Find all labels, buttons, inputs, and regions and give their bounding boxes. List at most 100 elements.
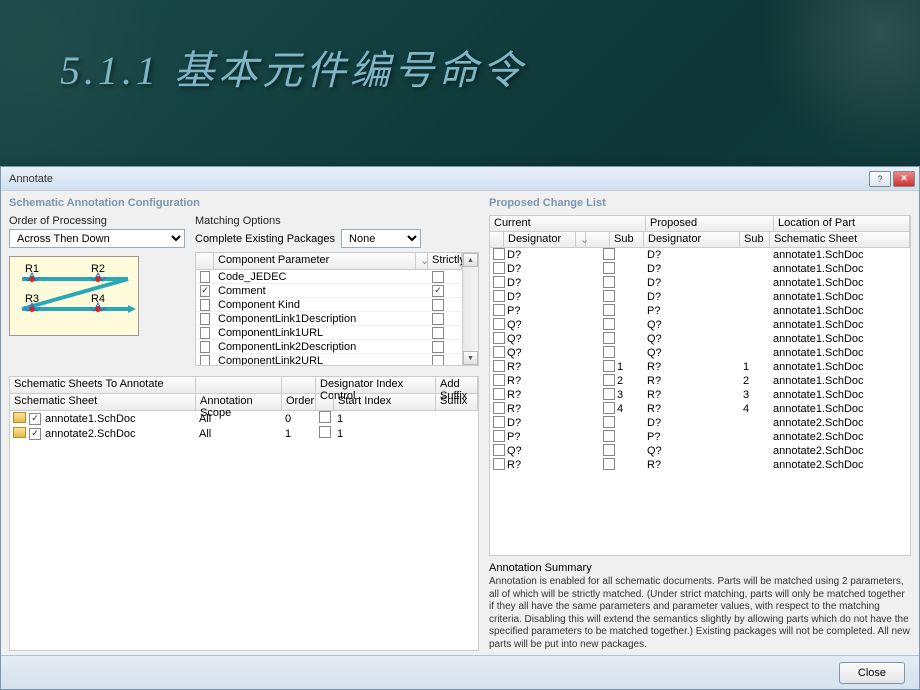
col-dic[interactable]: Designator Index Control [316, 377, 436, 393]
order-select[interactable]: Across Then Down [9, 229, 185, 248]
param-row[interactable]: Component Kind [196, 298, 462, 312]
row-lock[interactable] [603, 290, 615, 302]
row-location: annotate1.SchDoc [770, 249, 910, 261]
proposed-row[interactable]: D? D? annotate1.SchDoc [490, 290, 910, 304]
row-lock[interactable] [603, 318, 615, 330]
row-lock[interactable] [603, 458, 615, 470]
sheet-row[interactable]: annotate2.SchDoc All 1 1 [10, 426, 478, 441]
proposed-row[interactable]: D? D? annotate1.SchDoc [490, 248, 910, 262]
strict-check[interactable] [432, 341, 444, 353]
startindex-check[interactable] [319, 411, 331, 423]
proposed-row[interactable]: Q? Q? annotate1.SchDoc [490, 346, 910, 360]
component-parameter-grid: Component Parameter ⌄ Strictly Code_JEDE… [195, 252, 479, 366]
startindex-check[interactable] [319, 426, 331, 438]
row-location: annotate1.SchDoc [770, 361, 910, 373]
col-cur-designator[interactable]: Designator [504, 232, 576, 247]
col-location[interactable]: Location of Part [774, 216, 910, 231]
param-check[interactable] [200, 355, 210, 366]
proposed-row[interactable]: Q? Q? annotate2.SchDoc [490, 444, 910, 458]
row-lock[interactable] [603, 416, 615, 428]
proposed-row[interactable]: R? 1 R? 1 annotate1.SchDoc [490, 360, 910, 374]
help-button[interactable]: ? [869, 171, 891, 187]
strict-check[interactable] [432, 285, 444, 297]
strict-check[interactable] [432, 327, 444, 339]
param-scrollbar[interactable]: ▲ ▼ [462, 253, 478, 365]
param-name: ComponentLink2URL [214, 354, 416, 365]
col-parameter[interactable]: Component Parameter [214, 253, 416, 269]
proposed-row[interactable]: D? D? annotate2.SchDoc [490, 416, 910, 430]
proposed-row[interactable]: P? P? annotate1.SchDoc [490, 304, 910, 318]
param-check[interactable] [200, 341, 210, 353]
row-lock[interactable] [603, 444, 615, 456]
complete-packages-select[interactable]: None [341, 229, 421, 248]
sort-icon[interactable]: ⌄ [416, 253, 428, 269]
sheets-title[interactable]: Schematic Sheets To Annotate [10, 377, 196, 393]
param-row[interactable]: ComponentLink2Description [196, 340, 462, 354]
row-lock[interactable] [603, 430, 615, 442]
row-lock[interactable] [603, 262, 615, 274]
col-sheet[interactable]: Schematic Sheet [770, 232, 910, 247]
col-startindex[interactable]: Start Index [334, 394, 436, 410]
proposed-row[interactable]: R? 3 R? 3 annotate1.SchDoc [490, 388, 910, 402]
col-strictly[interactable]: Strictly [428, 253, 462, 269]
proposed-row[interactable]: Q? Q? annotate1.SchDoc [490, 332, 910, 346]
col-check[interactable] [196, 253, 214, 269]
scroll-up-icon[interactable]: ▲ [463, 253, 478, 267]
strict-check[interactable] [432, 355, 444, 366]
sort-icon[interactable]: ⌄ [576, 232, 586, 247]
matching-label: Matching Options [195, 215, 479, 227]
param-check[interactable] [200, 271, 210, 283]
proposed-row[interactable]: R? 2 R? 2 annotate1.SchDoc [490, 374, 910, 388]
cur-designator: D? [504, 417, 600, 429]
sheet-row[interactable]: annotate1.SchDoc All 0 1 [10, 411, 478, 426]
strict-check[interactable] [432, 313, 444, 325]
proposed-row[interactable]: D? D? annotate1.SchDoc [490, 262, 910, 276]
col-cur-sub[interactable]: Sub [610, 232, 644, 247]
strict-check[interactable] [432, 299, 444, 311]
sheet-order: 1 [282, 428, 316, 440]
row-lock[interactable] [603, 332, 615, 344]
titlebar[interactable]: Annotate ? ✕ [1, 167, 919, 191]
close-button[interactable]: Close [839, 662, 905, 684]
col-current[interactable]: Current [490, 216, 646, 231]
param-row[interactable]: Comment [196, 284, 462, 298]
row-lock[interactable] [603, 276, 615, 288]
param-row[interactable]: Code_JEDEC [196, 270, 462, 284]
row-location: annotate1.SchDoc [770, 347, 910, 359]
col-prop-sub[interactable]: Sub [740, 232, 770, 247]
prop-sub: 3 [740, 389, 770, 401]
col-proposed[interactable]: Proposed [646, 216, 774, 231]
close-icon[interactable]: ✕ [893, 171, 915, 187]
col-order[interactable]: Order [282, 394, 316, 410]
col-addsuffix[interactable]: Add Suffix [436, 377, 478, 393]
strict-check[interactable] [432, 271, 444, 283]
col-scope[interactable]: Annotation Scope [196, 394, 282, 410]
prop-sub: 4 [740, 403, 770, 415]
processing-diagram: R1 R2 R3 R4 [9, 256, 139, 336]
row-location: annotate2.SchDoc [770, 417, 910, 429]
right-section-title: Proposed Change List [489, 197, 911, 209]
proposed-row[interactable]: Q? Q? annotate1.SchDoc [490, 318, 910, 332]
row-lock[interactable] [603, 304, 615, 316]
scroll-down-icon[interactable]: ▼ [463, 351, 478, 365]
param-check[interactable] [200, 313, 210, 325]
sheet-check[interactable] [29, 413, 41, 425]
proposed-row[interactable]: R? R? annotate2.SchDoc [490, 458, 910, 472]
col-suffix[interactable]: Suffix [436, 394, 478, 410]
param-check[interactable] [200, 327, 210, 339]
param-row[interactable]: ComponentLink1URL [196, 326, 462, 340]
sheet-check[interactable] [29, 428, 41, 440]
col-schsheet[interactable]: Schematic Sheet [10, 394, 196, 410]
row-lock[interactable] [603, 248, 615, 260]
row-location: annotate2.SchDoc [770, 445, 910, 457]
proposed-row[interactable]: P? P? annotate2.SchDoc [490, 430, 910, 444]
param-check[interactable] [200, 299, 210, 311]
proposed-row[interactable]: D? D? annotate1.SchDoc [490, 276, 910, 290]
row-lock[interactable] [603, 346, 615, 358]
col-prop-designator[interactable]: Designator [644, 232, 740, 247]
proposed-row[interactable]: R? 4 R? 4 annotate1.SchDoc [490, 402, 910, 416]
param-check[interactable] [200, 285, 210, 297]
param-row[interactable]: ComponentLink2URL [196, 354, 462, 365]
param-row[interactable]: ComponentLink1Description [196, 312, 462, 326]
cur-sub: 2 [614, 375, 644, 387]
